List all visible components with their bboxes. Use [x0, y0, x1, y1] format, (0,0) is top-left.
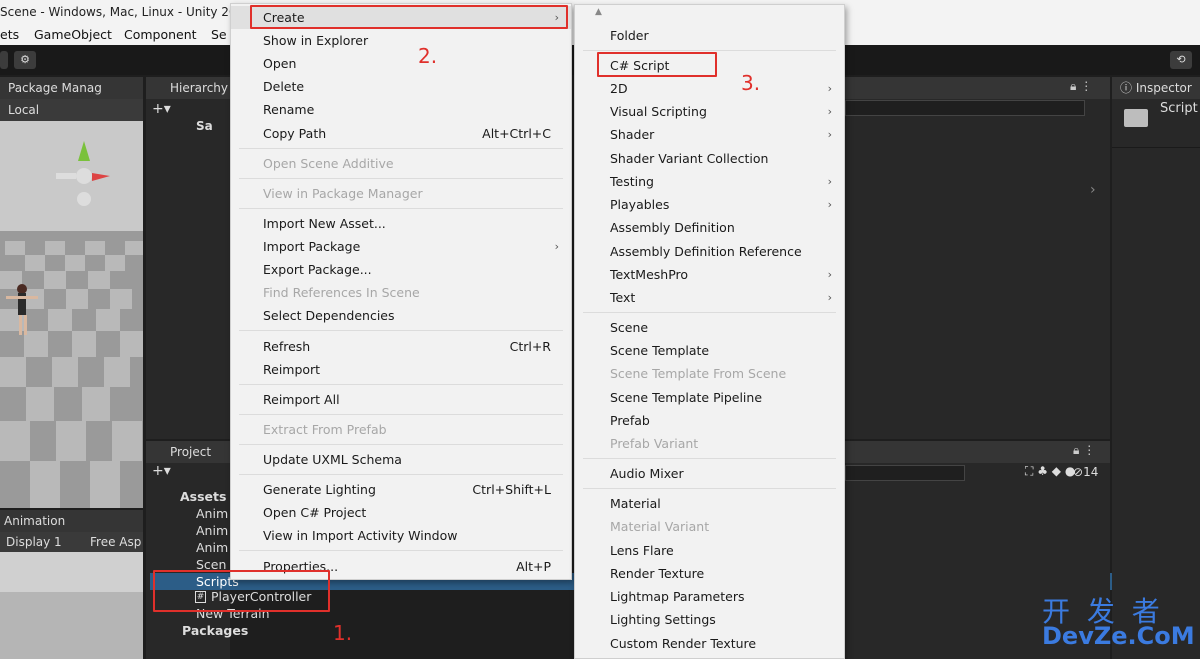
submenu-item-material[interactable]: Material	[575, 492, 844, 515]
tree-item-packages[interactable]: Packages	[182, 623, 248, 638]
submenu-item-folder[interactable]: Folder	[575, 24, 844, 47]
package-manager-tab[interactable]: Package Manag	[0, 77, 143, 99]
context-menu: Create › Show in Explorer Open Delete Ren…	[230, 3, 572, 580]
add-icon[interactable]: +▾	[152, 463, 171, 479]
toolbar-button[interactable]	[0, 51, 8, 69]
submenu-item-shader[interactable]: Shader ›	[575, 123, 844, 146]
submenu-item-text[interactable]: Text ›	[575, 286, 844, 309]
hierarchy-scene-item[interactable]: Sa	[196, 119, 213, 133]
hierarchy-search-field[interactable]	[845, 100, 1085, 116]
menu-item-rename[interactable]: Rename	[231, 98, 571, 121]
game-view[interactable]	[0, 552, 143, 659]
hierarchy-panel: +▾ Sa	[146, 99, 230, 439]
submenu-item-scene[interactable]: Scene	[575, 316, 844, 339]
info-icon: ⓘ	[1120, 81, 1136, 95]
submenu-item-assembly-definition-reference[interactable]: Assembly Definition Reference	[575, 240, 844, 263]
menu-item-copy-path[interactable]: Copy Path Alt+Ctrl+C	[231, 122, 571, 145]
menu-component[interactable]: Component	[124, 24, 197, 45]
create-submenu: ▲ Folder C# Script 2D › Visual Scripting ›…	[574, 4, 845, 659]
scroll-up-icon[interactable]: ▲	[595, 7, 602, 17]
eye-slash-icon: ⊘	[1073, 465, 1084, 479]
tree-item[interactable]: Assets	[180, 489, 226, 504]
hierarchy-tab[interactable]: Hierarchy	[146, 77, 230, 99]
menu-item-import-new-asset[interactable]: Import New Asset...	[231, 212, 571, 235]
inspector-title: Script	[1160, 101, 1198, 116]
scene-view[interactable]	[0, 121, 143, 508]
step-1-label: 1.	[333, 621, 353, 645]
submenu-item-prefab-variant: Prefab Variant	[610, 436, 699, 451]
submenu-item-playables[interactable]: Playables ›	[575, 193, 844, 216]
submenu-item-lens-flare[interactable]: Lens Flare	[575, 539, 844, 562]
scene-tabs-area: 🔒︎ ⋮ ›	[845, 77, 1110, 439]
submenu-item-prefab[interactable]: Prefab	[575, 409, 844, 432]
watermark-bottom: DevZe.CoM	[1042, 622, 1195, 650]
tree-item[interactable]: Anim	[196, 506, 228, 521]
hidden-count[interactable]: ⊘14	[1073, 465, 1098, 479]
menu-item-export-package[interactable]: Export Package...	[231, 258, 571, 281]
lock-icon[interactable]: 🔒︎ ⋮	[1073, 443, 1095, 458]
step-3-label: 3.	[741, 71, 761, 95]
menu-item-find-references: Find References In Scene	[263, 285, 420, 300]
menu-assets[interactable]: ets	[0, 24, 19, 45]
menu-item-view-import-activity[interactable]: View in Import Activity Window	[231, 524, 571, 547]
submenu-item-render-texture[interactable]: Render Texture	[575, 562, 844, 585]
menu-item-delete[interactable]: Delete	[231, 75, 571, 98]
menu-item-refresh[interactable]: Refresh Ctrl+R	[231, 335, 571, 358]
menu-services[interactable]: Se	[211, 24, 227, 45]
aspect-dropdown[interactable]: Free Asp	[90, 532, 141, 552]
menu-item-show-in-explorer[interactable]: Show in Explorer	[231, 29, 571, 52]
menu-item-open-scene-additive: Open Scene Additive	[263, 156, 394, 171]
menu-item-reimport[interactable]: Reimport	[231, 358, 571, 381]
folder-icon	[1124, 109, 1148, 127]
menu-item-update-uxml-schema[interactable]: Update UXML Schema	[231, 448, 571, 471]
animation-tab[interactable]: Animation	[0, 510, 143, 532]
submenu-item-lighting-settings[interactable]: Lighting Settings	[575, 608, 844, 631]
history-icon[interactable]: ⟲	[1170, 51, 1192, 69]
menu-item-reimport-all[interactable]: Reimport All	[231, 388, 571, 411]
menu-item-open-csharp-project[interactable]: Open C# Project	[231, 501, 571, 524]
submenu-item-testing[interactable]: Testing ›	[575, 170, 844, 193]
menu-item-open[interactable]: Open	[231, 52, 571, 75]
tree-item[interactable]: Anim	[196, 523, 228, 538]
submenu-item-audio-mixer[interactable]: Audio Mixer	[575, 462, 844, 485]
display-dropdown[interactable]: Display 1	[0, 535, 62, 549]
submenu-item-assembly-definition[interactable]: Assembly Definition	[575, 216, 844, 239]
menu-item-import-package[interactable]: Import Package ›	[231, 235, 571, 258]
menu-item-generate-lighting[interactable]: Generate Lighting Ctrl+Shift+L	[231, 478, 571, 501]
submenu-item-material-variant: Material Variant	[610, 519, 710, 534]
lock-icon[interactable]: 🔒︎ ⋮	[1070, 79, 1092, 94]
scene-grid	[0, 121, 143, 508]
submenu-item-scene-template-from-scene: Scene Template From Scene	[610, 366, 787, 381]
submenu-item-scene-template[interactable]: Scene Template	[575, 339, 844, 362]
inspector-panel: ⓘ Inspector Script	[1112, 77, 1200, 659]
submenu-item-scene-template-pipeline[interactable]: Scene Template Pipeline	[575, 386, 844, 409]
menu-item-extract-from-prefab: Extract From Prefab	[263, 422, 387, 437]
highlight-scripts-folder	[153, 570, 330, 612]
add-icon[interactable]: +▾	[152, 101, 171, 117]
window-title: Scene - Windows, Mac, Linux - Unity 2022	[0, 5, 252, 19]
step-2-label: 2.	[418, 44, 438, 68]
submenu-item-visual-scripting[interactable]: Visual Scripting ›	[575, 100, 844, 123]
submenu-item-textmeshpro[interactable]: TextMeshPro ›	[575, 263, 844, 286]
inspector-tab[interactable]: ⓘ Inspector	[1112, 77, 1200, 99]
submenu-item-shader-variant-collection[interactable]: Shader Variant Collection	[575, 147, 844, 170]
submenu-item-lightmap-parameters[interactable]: Lightmap Parameters	[575, 585, 844, 608]
submenu-item-2d[interactable]: 2D ›	[575, 77, 844, 100]
highlight-create	[250, 5, 568, 29]
tree-item[interactable]: Anim	[196, 540, 228, 555]
project-tab[interactable]: Project	[146, 441, 230, 463]
menu-gameobject[interactable]: GameObject	[34, 24, 112, 45]
project-search-field[interactable]	[845, 465, 965, 481]
highlight-csharp-script	[597, 52, 717, 77]
chevron-right-icon: ›	[1090, 182, 1096, 198]
menu-item-select-dependencies[interactable]: Select Dependencies	[231, 304, 571, 327]
filter-icons[interactable]: ⛶ ♣ ◆ ●	[1025, 464, 1075, 479]
submenu-item-custom-render-texture[interactable]: Custom Render Texture	[575, 632, 844, 655]
local-dropdown[interactable]: Local	[0, 103, 39, 117]
menu-item-view-in-package-manager: View in Package Manager	[263, 186, 423, 201]
settings-icon[interactable]: ⚙	[14, 51, 36, 69]
